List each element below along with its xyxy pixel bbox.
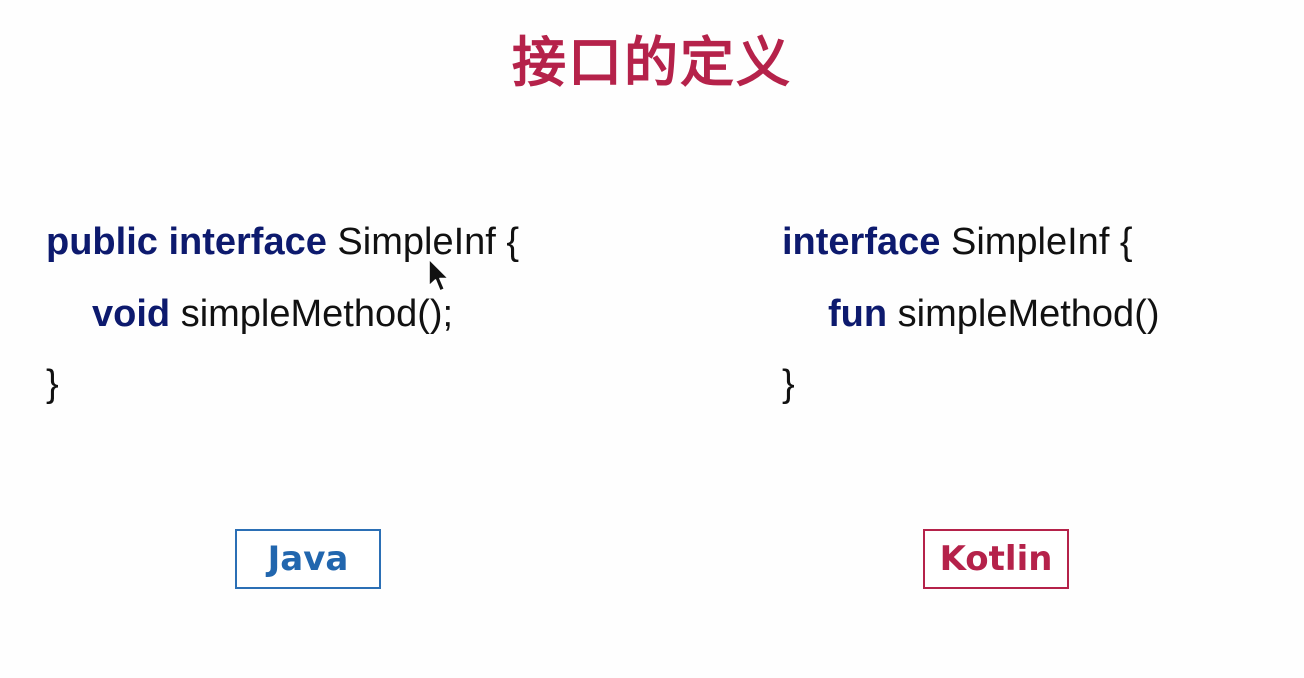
kotlin-keyword-fun: fun	[828, 293, 888, 335]
java-keyword-public: public	[46, 221, 158, 263]
slide-title: 接口的定义	[512, 31, 792, 94]
kotlin-method-signature: simpleMethod()	[897, 293, 1160, 335]
java-code-line-3: }	[46, 363, 59, 405]
slide-canvas: 接口的定义 public interface SimpleInf { void …	[0, 0, 1304, 678]
kotlin-keyword-interface: interface	[782, 221, 941, 263]
kotlin-code-line-2: fun simpleMethod()	[828, 289, 1160, 339]
kotlin-label-box: Kotlin	[923, 529, 1069, 589]
kotlin-code-line-3: }	[782, 363, 795, 405]
java-method-signature: simpleMethod();	[180, 293, 454, 335]
java-code-line-2: void simpleMethod();	[92, 289, 453, 339]
kotlin-interface-name: SimpleInf {	[950, 221, 1133, 263]
kotlin-code-line-1: interface SimpleInf {	[782, 217, 1133, 267]
java-keyword-interface: interface	[168, 221, 327, 263]
java-keyword-void: void	[92, 293, 171, 335]
mouse-pointer-icon	[428, 258, 450, 292]
java-label-box: Java	[235, 529, 381, 589]
java-interface-name: SimpleInf {	[337, 221, 520, 263]
